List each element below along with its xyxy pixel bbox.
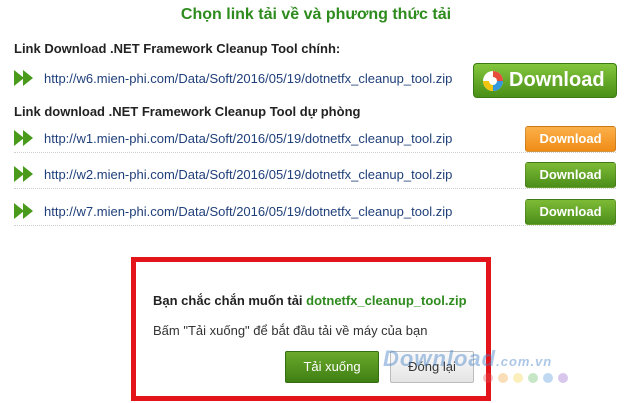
download-logo-icon — [483, 70, 503, 91]
watermark-dot — [498, 373, 508, 383]
double-chevron-right-icon — [14, 70, 33, 86]
backup-link-row-3: http://w7.mien-phi.com/Data/Soft/2016/05… — [14, 197, 616, 226]
backup-link-row-2: http://w2.mien-phi.com/Data/Soft/2016/05… — [14, 160, 616, 189]
watermark-dot — [543, 373, 553, 383]
confirm-download-button[interactable]: Tải xuống — [285, 351, 379, 383]
download-confirm-dialog: Bạn chắc chắn muốn tải dotnetfx_cleanup_… — [131, 257, 491, 401]
page-title: Chọn link tải về và phương thức tải — [180, 6, 452, 23]
primary-link-label: Link Download .NET Framework Cleanup Too… — [14, 41, 341, 56]
backup-download-button-3[interactable]: Download — [525, 199, 616, 225]
watermark-dots — [483, 373, 568, 383]
watermark-dot — [528, 373, 538, 383]
primary-download-button[interactable]: Download — [473, 63, 617, 98]
double-chevron-right-icon — [14, 203, 33, 219]
primary-link-url[interactable]: http://w6.mien-phi.com/Data/Soft/2016/05… — [44, 71, 472, 86]
backup-link-label: Link download .NET Framework Cleanup Too… — [14, 104, 361, 119]
close-dialog-button[interactable]: Đóng lại — [390, 351, 474, 383]
dialog-filename: dotnetfx_cleanup_tool.zip — [306, 293, 467, 308]
watermark-dot — [513, 373, 523, 383]
double-chevron-right-icon — [14, 130, 33, 146]
watermark-dot — [558, 373, 568, 383]
backup-link-row-1: http://w1.mien-phi.com/Data/Soft/2016/05… — [14, 124, 616, 153]
primary-download-label: Download — [509, 69, 605, 91]
backup-download-button-1[interactable]: Download — [525, 126, 616, 152]
dialog-hint: Bấm "Tải xuống" để bắt đầu tải về máy củ… — [153, 323, 428, 338]
dialog-question: Bạn chắc chắn muốn tải dotnetfx_cleanup_… — [153, 293, 467, 308]
double-chevron-right-icon — [14, 166, 33, 182]
dialog-question-text: Bạn chắc chắn muốn tải — [153, 293, 303, 308]
backup-download-button-2[interactable]: Download — [525, 162, 616, 188]
